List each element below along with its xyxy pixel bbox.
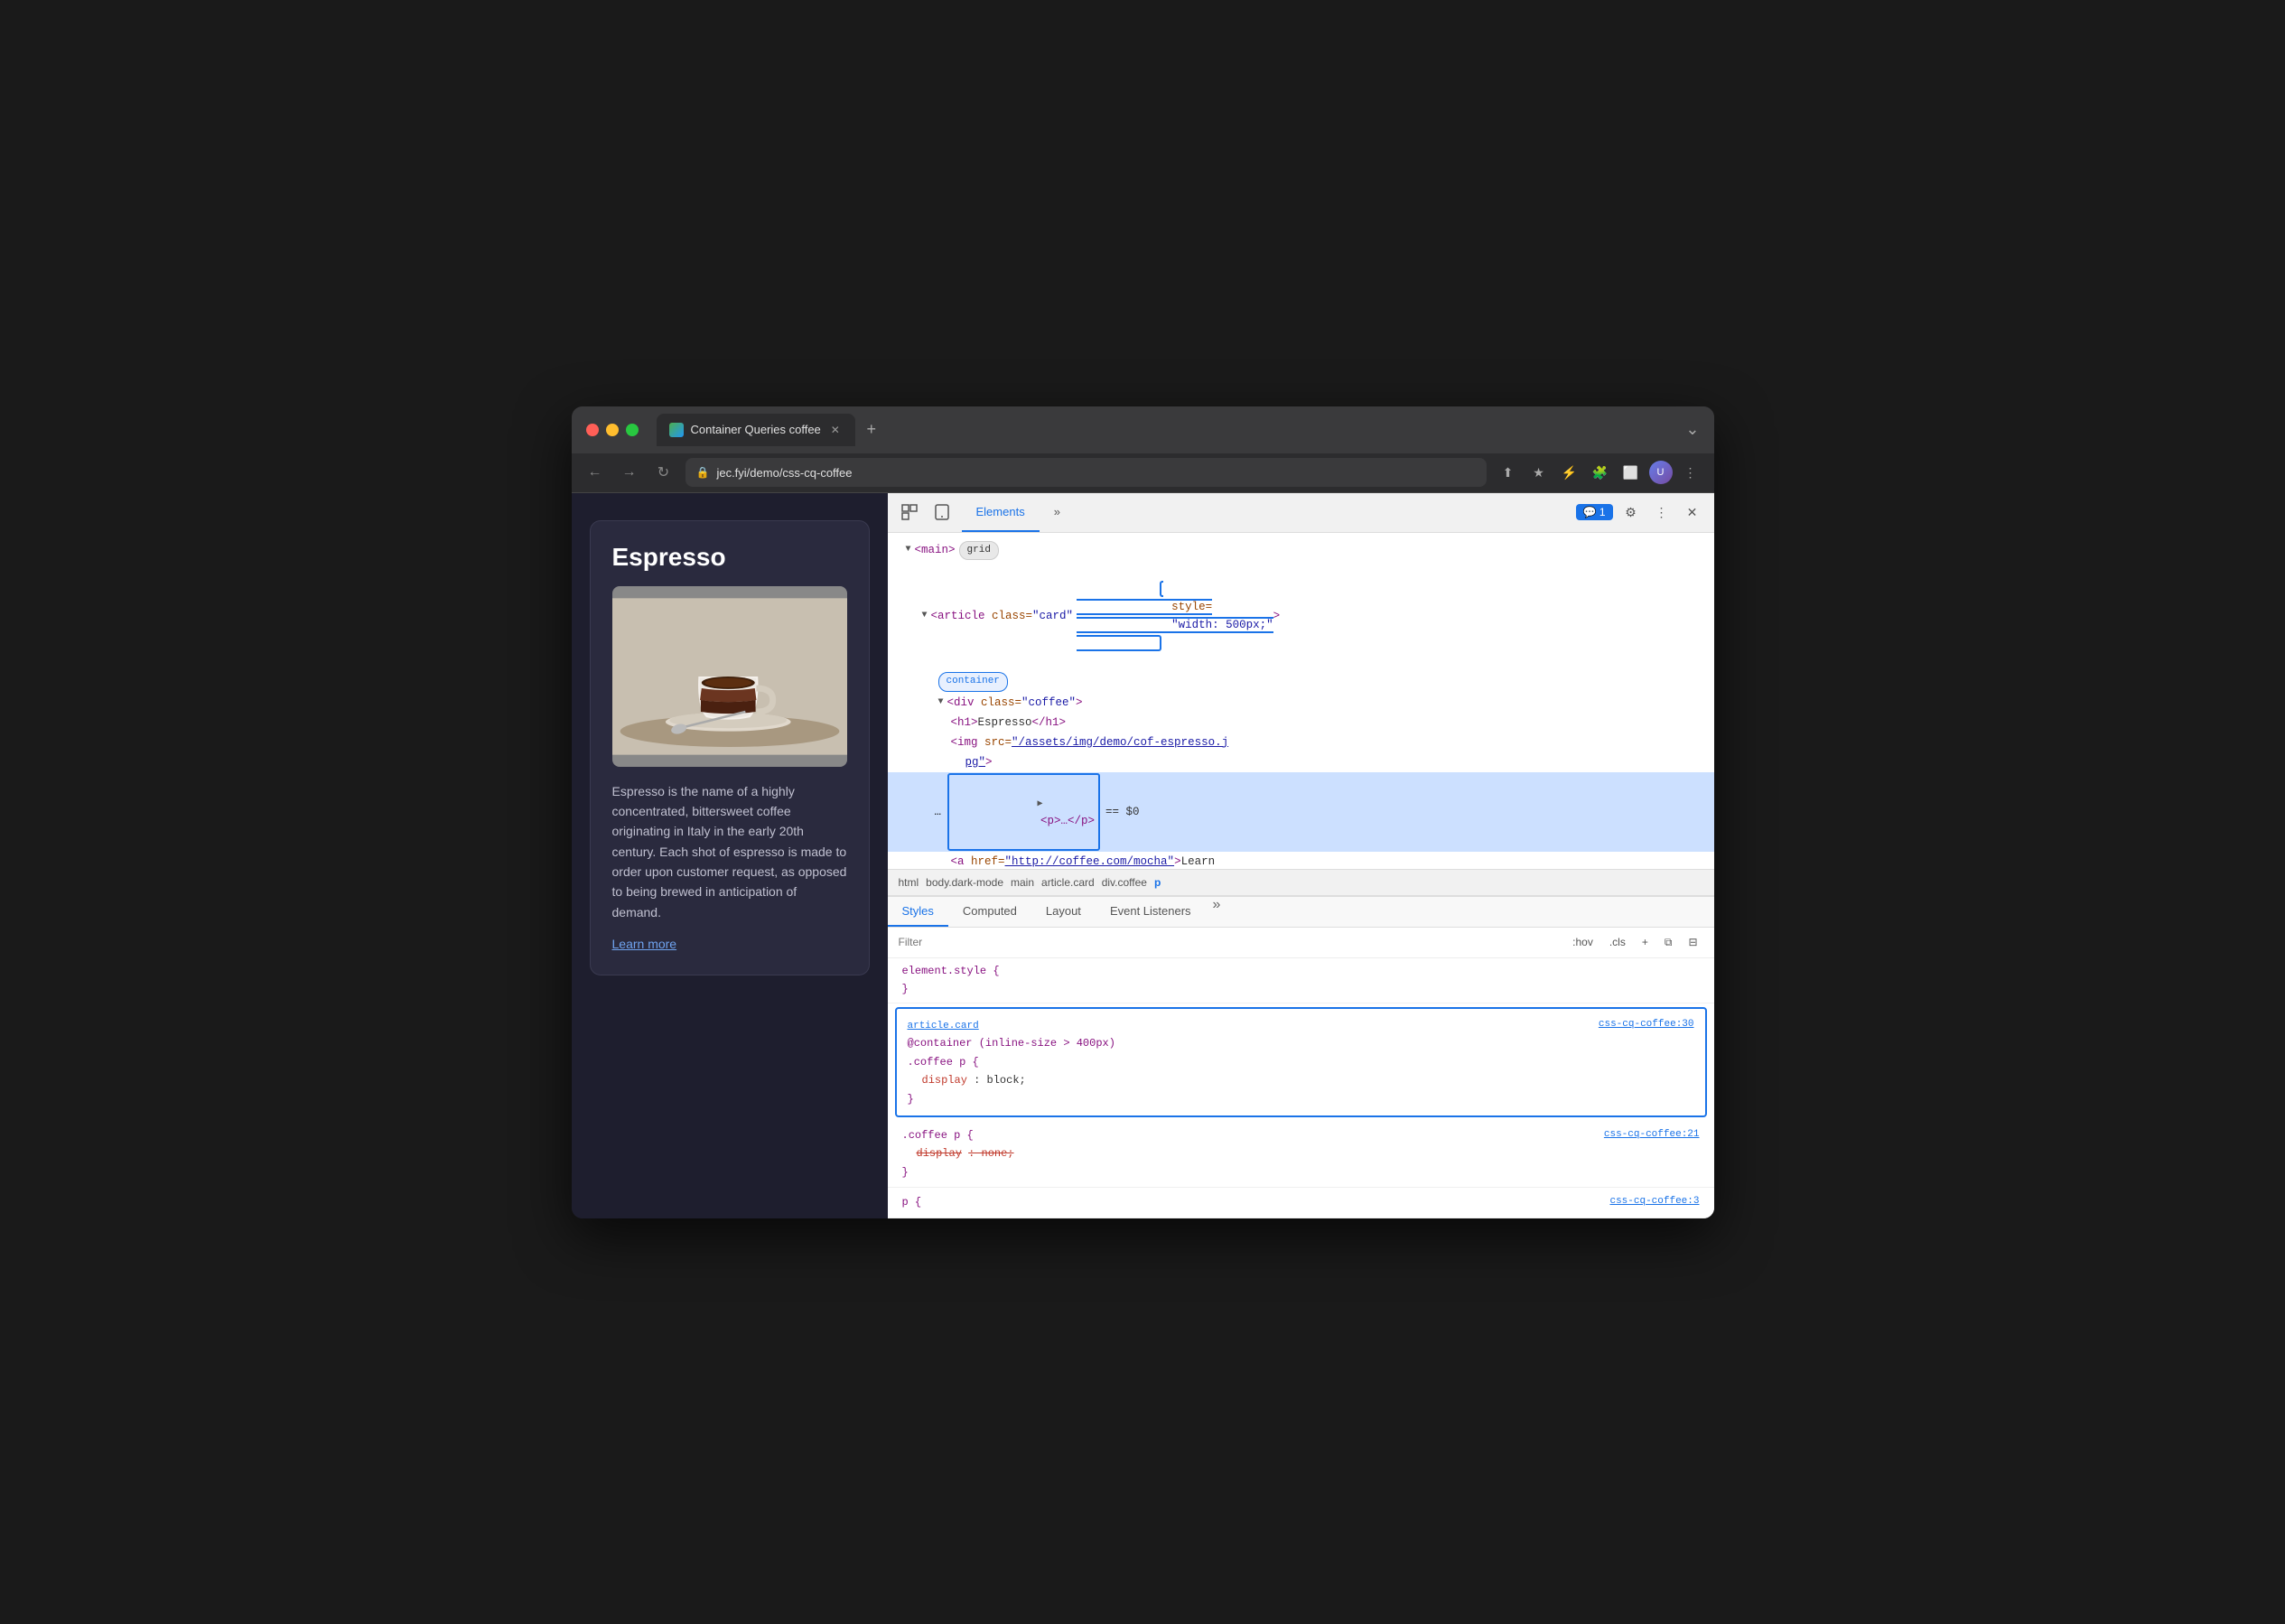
- devtools-panel: Elements » 💬 1 ⚙ ⋮ ✕: [888, 493, 1714, 1218]
- dom-container-badge-line: container: [888, 671, 1714, 693]
- window-button[interactable]: ⬜: [1618, 460, 1644, 485]
- container-source-link[interactable]: article.card: [908, 1021, 979, 1031]
- hov-filter-button[interactable]: :hov: [1567, 934, 1599, 950]
- refresh-button[interactable]: ↻: [651, 460, 676, 485]
- dom-p-line[interactable]: … ▶ <p>…</p> == $0: [888, 772, 1714, 852]
- styles-tabs: Styles Computed Layout Event Listeners »: [888, 897, 1714, 928]
- breadcrumb: html body.dark-mode main article.card di…: [888, 869, 1714, 896]
- dom-main-line[interactable]: ▼ <main> grid: [888, 540, 1714, 562]
- breadcrumb-p[interactable]: p: [1154, 876, 1161, 889]
- container-badge: container: [938, 672, 1008, 692]
- container-source[interactable]: css-cq-coffee:30: [1599, 1016, 1694, 1033]
- breadcrumb-body[interactable]: body.dark-mode: [926, 876, 1003, 889]
- chat-badge[interactable]: 💬 1: [1576, 504, 1613, 520]
- expand-p-triangle[interactable]: ▶: [1034, 798, 1047, 812]
- devtools-more-button[interactable]: ⋮: [1649, 499, 1674, 525]
- style-attr-outline: style= "width: 500px;": [1077, 581, 1273, 651]
- toggle-sidebar-button[interactable]: ⊟: [1683, 934, 1702, 950]
- webpage-panel: Espresso: [572, 493, 888, 1218]
- copy-style-button[interactable]: ⧉: [1659, 934, 1678, 951]
- dom-img-line[interactable]: <img src= "/assets/img/demo/cof-espresso…: [888, 733, 1714, 752]
- coffee-card: Espresso: [590, 520, 870, 976]
- dom-a-line[interactable]: <a href= "http://coffee.com/mocha" > Lea…: [888, 852, 1714, 869]
- cls-filter-button[interactable]: .cls: [1604, 934, 1631, 950]
- styles-tab-more[interactable]: »: [1206, 897, 1228, 927]
- close-traffic-light[interactable]: [586, 424, 599, 436]
- maximize-traffic-light[interactable]: [626, 424, 639, 436]
- lock-icon: 🔒: [696, 466, 710, 479]
- minimize-traffic-light[interactable]: [606, 424, 619, 436]
- coffee-card-title: Espresso: [612, 543, 847, 572]
- add-style-button[interactable]: +: [1637, 934, 1654, 950]
- address-bar[interactable]: 🔒 jec.fyi/demo/css-cq-coffee: [686, 458, 1487, 487]
- styles-panel: Styles Computed Layout Event Listeners »: [888, 896, 1714, 1218]
- tab-elements[interactable]: Elements: [962, 493, 1040, 533]
- url-text: jec.fyi/demo/css-cq-coffee: [716, 466, 852, 480]
- devtools-toolbar: Elements » 💬 1 ⚙ ⋮ ✕: [888, 493, 1714, 533]
- coffee-description: Espresso is the name of a highly concent…: [612, 781, 847, 923]
- devtools-settings-button[interactable]: ⚙: [1618, 499, 1644, 525]
- dom-panel: ▼ <main> grid ▼ <article class= "card" s…: [888, 533, 1714, 869]
- styles-tab-styles[interactable]: Styles: [888, 897, 948, 927]
- nav-actions: ⬆ ★ ⚡ 🧩 ⬜ U ⋮: [1496, 460, 1703, 485]
- breadcrumb-main[interactable]: main: [1011, 876, 1034, 889]
- breadcrumb-article[interactable]: article.card: [1041, 876, 1095, 889]
- extension-button[interactable]: ⚡: [1557, 460, 1582, 485]
- devtools-tabs: Elements »: [962, 493, 1569, 533]
- tab-chevron[interactable]: ⌄: [1685, 420, 1699, 439]
- browser-window: Container Queries coffee ✕ + ⌄ ← → ↻ 🔒 j…: [572, 406, 1714, 1218]
- content-area: Espresso: [572, 493, 1714, 1218]
- element-style-rule: element.style { }: [888, 958, 1714, 1003]
- share-button[interactable]: ⬆: [1496, 460, 1521, 485]
- traffic-lights: [586, 424, 639, 436]
- filter-buttons: :hov .cls + ⧉ ⊟: [1567, 934, 1702, 951]
- tab-close-button[interactable]: ✕: [828, 423, 843, 437]
- menu-button[interactable]: ⋮: [1678, 460, 1703, 485]
- learn-more-link[interactable]: Learn more: [612, 937, 677, 951]
- styles-filter-bar: :hov .cls + ⧉ ⊟: [888, 928, 1714, 958]
- title-bar: Container Queries coffee ✕ + ⌄: [572, 406, 1714, 453]
- tab-more[interactable]: »: [1040, 493, 1075, 533]
- back-button[interactable]: ←: [583, 460, 608, 485]
- devtools-toolbar-right: 💬 1 ⚙ ⋮ ✕: [1576, 499, 1705, 525]
- breadcrumb-div-coffee[interactable]: div.coffee: [1102, 876, 1147, 889]
- device-toolbar-button[interactable]: [929, 499, 955, 525]
- coffee-cup-svg: [612, 586, 847, 767]
- coffee-p-source[interactable]: css-cq-coffee:21: [1604, 1126, 1700, 1143]
- p-element-outline: ▶ <p>…</p>: [947, 773, 1101, 851]
- breadcrumb-html[interactable]: html: [899, 876, 919, 889]
- dom-div-coffee-line[interactable]: ▼ <div class= "coffee" >: [888, 693, 1714, 713]
- new-tab-button[interactable]: +: [859, 417, 884, 443]
- tab-title: Container Queries coffee: [691, 423, 821, 436]
- p-source[interactable]: css-cq-coffee:3: [1609, 1193, 1699, 1210]
- collapse-div-triangle[interactable]: ▼: [935, 695, 947, 710]
- tab-favicon: [669, 423, 684, 437]
- styles-content: element.style { } article.card css-cq-co…: [888, 958, 1714, 1218]
- puzzle-button[interactable]: 🧩: [1588, 460, 1613, 485]
- collapse-main-triangle[interactable]: ▼: [902, 543, 915, 557]
- dom-h1-line[interactable]: <h1> Espresso </h1>: [888, 713, 1714, 733]
- coffee-p-rule: .coffee p { css-cq-coffee:21 display : n…: [888, 1121, 1714, 1188]
- styles-tab-computed[interactable]: Computed: [948, 897, 1031, 927]
- nav-bar: ← → ↻ 🔒 jec.fyi/demo/css-cq-coffee ⬆ ★ ⚡…: [572, 453, 1714, 493]
- tabs-bar: Container Queries coffee ✕ + ⌄: [657, 414, 1700, 446]
- dom-article-line[interactable]: ▼ <article class= "card" style= "width: …: [888, 561, 1714, 671]
- profile-avatar[interactable]: U: [1649, 461, 1673, 484]
- p-rule: p { css-cq-coffee:3: [888, 1188, 1714, 1218]
- devtools-close-button[interactable]: ✕: [1680, 499, 1705, 525]
- bookmark-button[interactable]: ★: [1526, 460, 1552, 485]
- inspect-element-button[interactable]: [897, 499, 922, 525]
- coffee-image: [612, 586, 847, 767]
- styles-tab-event-listeners[interactable]: Event Listeners: [1096, 897, 1206, 927]
- styles-filter-input[interactable]: [899, 936, 1561, 948]
- dom-img-line2: pg" >: [888, 752, 1714, 772]
- collapse-article-triangle[interactable]: ▼: [919, 609, 931, 623]
- styles-tab-layout[interactable]: Layout: [1031, 897, 1096, 927]
- active-browser-tab[interactable]: Container Queries coffee ✕: [657, 414, 855, 446]
- forward-button[interactable]: →: [617, 460, 642, 485]
- grid-badge: grid: [959, 541, 999, 561]
- container-query-rule: article.card css-cq-coffee:30 @container…: [895, 1007, 1707, 1117]
